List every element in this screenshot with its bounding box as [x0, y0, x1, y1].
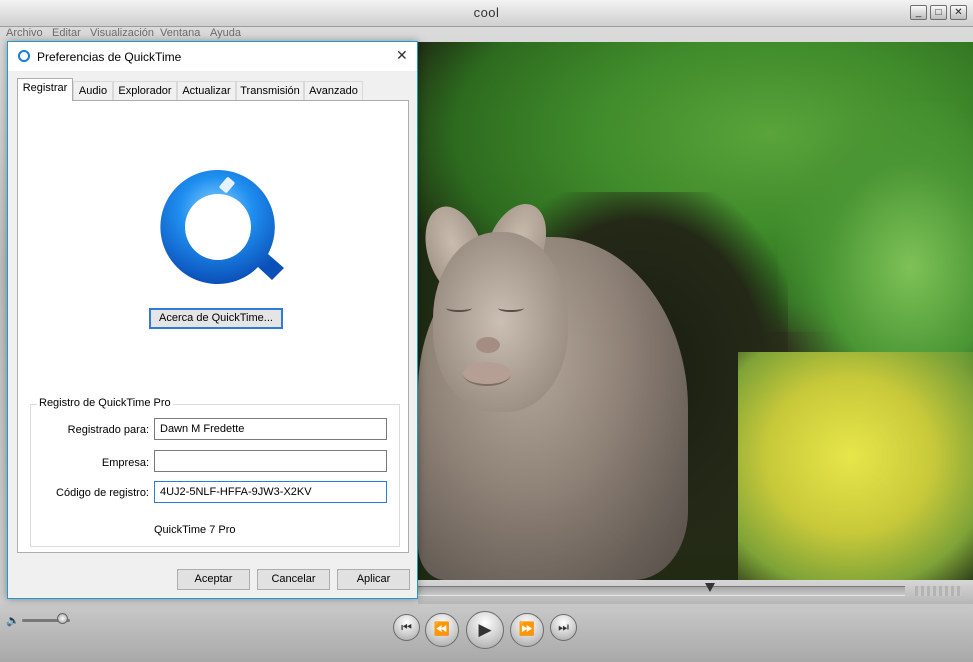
- play-button[interactable]: ▶: [466, 611, 504, 649]
- skip-to-start-button[interactable]: ⏮: [393, 614, 420, 641]
- registration-group-label: Registro de QuickTime Pro: [37, 397, 173, 409]
- preferences-dialog: Preferencias de QuickTime ✕ Registrar Au…: [7, 41, 418, 599]
- rewind-button[interactable]: ⏪: [425, 613, 459, 647]
- close-button[interactable]: ✕: [950, 5, 967, 20]
- scrubber-end-grip: [915, 586, 961, 596]
- company-label: Empresa:: [101, 457, 149, 469]
- company-field[interactable]: [154, 450, 387, 472]
- apply-button[interactable]: Aplicar: [337, 569, 410, 590]
- rewind-icon: ⏪: [433, 622, 451, 637]
- video-bunny-eye-left: [446, 304, 472, 312]
- ok-button[interactable]: Aceptar: [177, 569, 250, 590]
- player-title-bar[interactable]: cool _ □ ✕: [0, 0, 973, 27]
- menu-editar[interactable]: Editar: [52, 27, 81, 39]
- quicktime-icon: [18, 50, 30, 62]
- tab-avanzado[interactable]: Avanzado: [304, 81, 363, 100]
- about-quicktime-button[interactable]: Acerca de QuickTime...: [149, 308, 283, 329]
- quicktime-logo-icon: [160, 169, 284, 284]
- version-label: QuickTime 7 Pro: [154, 524, 236, 536]
- menu-ventana[interactable]: Ventana: [160, 27, 200, 39]
- playhead-icon[interactable]: [705, 583, 716, 592]
- tab-transmision[interactable]: Transmisión: [236, 81, 304, 100]
- tab-audio[interactable]: Audio: [73, 81, 113, 100]
- video-frame[interactable]: [418, 42, 973, 580]
- skip-to-end-button[interactable]: ⏭: [550, 614, 577, 641]
- menu-bar: Archivo Editar Visualización Ventana Ayu…: [0, 26, 973, 42]
- registered-to-label: Registrado para:: [67, 424, 149, 436]
- registration-code-field[interactable]: 4UJ2-5NLF-HFFA-9JW3-X2KV: [154, 481, 387, 503]
- skip-start-icon: ⏮: [401, 620, 412, 634]
- cancel-button[interactable]: Cancelar: [257, 569, 330, 590]
- dialog-title-bar[interactable]: Preferencias de QuickTime ✕: [8, 42, 417, 71]
- registration-code-label: Código de registro:: [56, 487, 149, 499]
- video-grass-yellow: [738, 352, 973, 580]
- registered-to-field[interactable]: Dawn M Fredette: [154, 418, 387, 440]
- fast-forward-icon: ⏩: [518, 622, 536, 637]
- registration-group: Registro de QuickTime Pro Registrado par…: [30, 397, 400, 547]
- scrubber-bar: [418, 580, 973, 604]
- registrar-panel: Acerca de QuickTime... Registro de Quick…: [17, 100, 409, 553]
- skip-end-icon: ⏭: [558, 620, 569, 634]
- maximize-button[interactable]: □: [930, 5, 947, 20]
- scrubber-track[interactable]: [418, 586, 905, 596]
- speaker-icon[interactable]: 🔈: [6, 614, 20, 627]
- playback-controls: 🔈 ⏮ ⏪ ▶ ⏩ ⏭: [0, 604, 973, 662]
- video-bunny-mouth: [463, 362, 511, 386]
- tab-explorador[interactable]: Explorador: [113, 81, 177, 100]
- fast-forward-button[interactable]: ⏩: [510, 613, 544, 647]
- menu-ayuda[interactable]: Ayuda: [210, 27, 241, 39]
- video-bunny-nose: [476, 337, 500, 353]
- tab-registrar[interactable]: Registrar: [17, 78, 73, 101]
- menu-visualizacion[interactable]: Visualización: [90, 27, 154, 39]
- minimize-button[interactable]: _: [910, 5, 927, 20]
- dialog-close-icon[interactable]: ✕: [396, 48, 408, 64]
- dialog-title: Preferencias de QuickTime: [37, 50, 182, 64]
- menu-archivo[interactable]: Archivo: [6, 27, 43, 39]
- play-icon: ▶: [478, 620, 492, 640]
- tab-actualizar[interactable]: Actualizar: [177, 81, 236, 100]
- volume-knob[interactable]: [57, 613, 69, 624]
- video-bunny-head: [433, 232, 568, 412]
- player-title: cool: [473, 5, 500, 20]
- video-bunny-eye-right: [498, 304, 524, 312]
